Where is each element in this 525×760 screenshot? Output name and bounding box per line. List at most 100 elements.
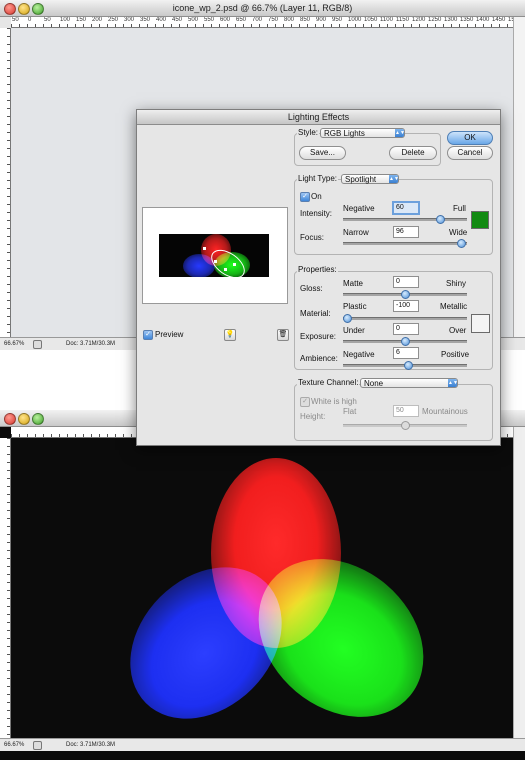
minimize-window-button[interactable] — [18, 413, 30, 425]
intensity-label: Intensity: — [300, 209, 333, 218]
light-type-popup-value: Spotlight — [345, 175, 377, 184]
material-label: Material: — [300, 309, 331, 318]
slider-knob[interactable] — [436, 215, 445, 224]
ruler-number: 1250 — [428, 17, 442, 23]
intensity-min-label: Negative — [343, 204, 375, 213]
height-field[interactable]: 50 — [393, 405, 419, 417]
texture-channel-popup[interactable]: None ▲▼ — [360, 378, 458, 388]
ruler-number: 450 — [172, 17, 183, 23]
exposure-label: Exposure: — [300, 332, 337, 341]
texture-channel-popup-value: None — [364, 379, 384, 388]
zoom-window-button[interactable] — [32, 413, 44, 425]
material-field[interactable]: -100 — [393, 300, 419, 312]
on-checkbox[interactable]: ✓ — [300, 192, 310, 202]
slider-knob[interactable] — [343, 314, 352, 323]
trash-icon[interactable]: 🗑 — [277, 329, 289, 341]
material-min-label: Plastic — [343, 302, 367, 311]
white-is-high-label: White is high — [311, 397, 357, 406]
texture-channel-label: Texture Channel: — [297, 378, 360, 387]
intensity-max-label: Full — [453, 204, 466, 213]
preview-image[interactable] — [159, 234, 269, 277]
ruler-number: 850 — [300, 17, 311, 23]
white-is-high-checkbox[interactable]: ✓ — [300, 397, 310, 407]
gloss-max-label: Shiny — [446, 279, 467, 288]
gloss-field[interactable]: 0 — [393, 276, 419, 288]
ruler-number: 250 — [108, 17, 119, 23]
ambience-label: Ambience: — [300, 354, 338, 363]
save-button[interactable]: Save... — [299, 146, 346, 160]
document-canvas[interactable] — [11, 438, 513, 748]
ruler-number: 200 — [92, 17, 103, 23]
style-popup[interactable]: RGB Lights ▲▼ — [320, 128, 405, 138]
popup-arrows-icon: ▲▼ — [389, 175, 399, 183]
focus-max-label: Wide — [449, 228, 468, 237]
zoom-level[interactable]: 66.67% — [4, 739, 24, 751]
vertical-scrollbar[interactable] — [513, 17, 525, 337]
ambience-field[interactable]: 6 — [393, 347, 419, 359]
doc-size: Doc: 3.71M/30.3M — [66, 742, 116, 748]
material-slider[interactable] — [343, 314, 467, 323]
vertical-ruler[interactable] — [0, 438, 11, 748]
vertical-ruler[interactable] — [0, 28, 11, 337]
ruler-number: 1100 — [380, 17, 393, 23]
new-light-icon[interactable]: 💡 — [224, 329, 236, 341]
zoom-level[interactable]: 66.67% — [4, 338, 24, 350]
ruler-number: 1450 — [492, 17, 506, 23]
light-color-swatch[interactable] — [471, 211, 489, 229]
height-min-label: Flat — [343, 407, 357, 416]
intensity-field[interactable]: 60 — [392, 201, 420, 215]
exposure-min-label: Under — [343, 326, 365, 335]
exposure-slider[interactable] — [343, 337, 467, 346]
ruler-number: 1150 — [396, 17, 409, 23]
light-handle-point[interactable] — [224, 268, 227, 271]
ambience-max-label: Positive — [441, 350, 470, 359]
doc-size: Doc: 3.71M/30.3M — [66, 341, 116, 347]
height-max-label: Mountainous — [422, 407, 468, 416]
ambience-min-label: Negative — [343, 350, 375, 359]
ruler-number: 600 — [220, 17, 231, 23]
light-handle-point[interactable] — [214, 260, 217, 263]
light-type-popup[interactable]: Spotlight ▲▼ — [341, 174, 399, 184]
status-menu-icon[interactable] — [33, 340, 42, 349]
ruler-number: 950 — [332, 17, 343, 23]
ambient-color-swatch[interactable] — [471, 314, 490, 333]
minimize-window-button[interactable] — [18, 3, 30, 15]
intensity-slider[interactable] — [343, 215, 467, 224]
ok-button[interactable]: OK — [447, 131, 493, 145]
light-handle-point[interactable] — [203, 247, 206, 250]
preview-panel[interactable] — [142, 207, 288, 304]
focus-slider[interactable] — [343, 239, 467, 248]
slider-knob[interactable] — [457, 239, 466, 248]
height-label: Height: — [300, 412, 326, 421]
lighting-effects-dialog: Lighting Effects ✓ Preview 💡 🗑 Style: RG… — [136, 109, 501, 446]
ruler-number: 1050 — [364, 17, 378, 23]
ruler-number: 900 — [316, 17, 327, 23]
gloss-label: Gloss: — [300, 284, 323, 293]
document-window-bottom: 66.67% Doc: 3.71M/30.3M — [0, 410, 525, 760]
status-menu-icon[interactable] — [33, 741, 42, 750]
delete-button[interactable]: Delete — [389, 146, 437, 160]
window-title: icone_wp_2.psd @ 66.7% (Layer 11, RGB/8) — [172, 3, 353, 13]
slider-knob[interactable] — [401, 421, 410, 430]
slider-knob[interactable] — [404, 361, 413, 370]
focus-field[interactable]: 96 — [393, 226, 419, 238]
cancel-button[interactable]: Cancel — [447, 146, 493, 160]
light-handle-point[interactable] — [233, 263, 236, 266]
preview-checkbox[interactable]: ✓ — [143, 330, 153, 340]
slider-knob[interactable] — [401, 290, 410, 299]
height-slider[interactable] — [343, 421, 467, 430]
close-window-button[interactable] — [4, 413, 16, 425]
horizontal-ruler[interactable]: 50 0 50 100 150 200 250 300 350 400 450 500 550 600 65… — [11, 17, 514, 28]
ruler-number: 550 — [204, 17, 215, 23]
zoom-window-button[interactable] — [32, 3, 44, 15]
on-label: On — [311, 192, 322, 201]
ambience-slider[interactable] — [343, 361, 467, 370]
exposure-field[interactable]: 0 — [393, 323, 419, 335]
window-titlebar[interactable]: icone_wp_2.psd @ 66.7% (Layer 11, RGB/8) — [0, 0, 525, 17]
ruler-number: 100 — [60, 17, 71, 23]
close-window-button[interactable] — [4, 3, 16, 15]
focus-label: Focus: — [300, 233, 325, 242]
gloss-slider[interactable] — [343, 290, 467, 299]
vertical-scrollbar[interactable] — [513, 427, 525, 748]
slider-knob[interactable] — [401, 337, 410, 346]
